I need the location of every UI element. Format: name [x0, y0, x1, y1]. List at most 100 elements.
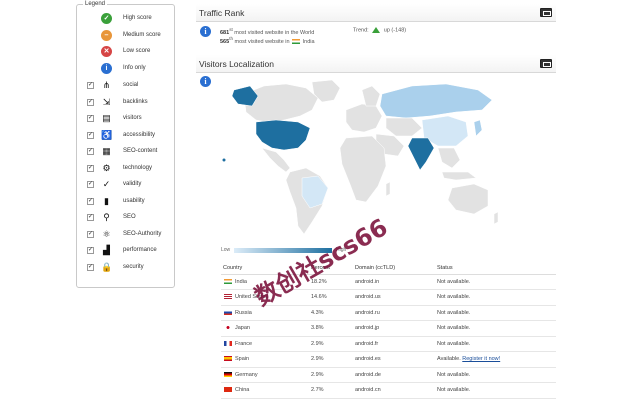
register-link[interactable]: Register it now! [462, 356, 500, 362]
cross-icon: ✕ [101, 46, 112, 57]
country-cell: China [221, 382, 309, 399]
category-checkbox[interactable]: ✓ [87, 230, 94, 238]
category-checkbox[interactable]: ✓ [87, 148, 94, 155]
legend-category-row: ✓ ⇲ backlinks [77, 95, 174, 111]
status-cell: Not available. [435, 274, 556, 290]
status-text: Not available. [437, 340, 471, 347]
map-india [407, 137, 435, 171]
country-name: India [302, 38, 315, 45]
legend-label: Medium score [123, 31, 161, 38]
legend-title: Legend [83, 1, 108, 7]
legend-category-row: ✓ ▤ visitors [77, 111, 174, 127]
legend-label: SEO-content [123, 148, 158, 154]
map-scandinavia [361, 85, 381, 107]
spain-flag-icon [224, 356, 232, 362]
backlinks-icon: ⇲ [102, 96, 111, 107]
legend-label: validity [123, 181, 142, 187]
visitors-title: Visitors Localization [199, 59, 274, 69]
country-name: China [235, 387, 250, 394]
lock-icon: 🔒 [101, 261, 113, 272]
legend-label: security [123, 263, 144, 270]
map-new-zealand [493, 211, 499, 225]
world-rank-number: 681 [220, 29, 230, 36]
category-checkbox[interactable]: ✓ [87, 214, 94, 221]
gear-icon: ⚙ [102, 162, 111, 173]
authority-icon: ⚛ [102, 228, 111, 239]
map-se-asia [437, 147, 461, 169]
category-checkbox[interactable]: ✓ [87, 247, 94, 254]
india-flag-icon [224, 278, 232, 284]
category-checkbox[interactable]: ✓ [87, 131, 94, 139]
legend-category-row: ✓ ⋔ social [77, 78, 174, 94]
category-checkbox[interactable]: ✓ [87, 181, 94, 188]
screenshot-icon[interactable] [540, 59, 552, 68]
status-cell: Not available. [435, 305, 556, 321]
scale-low-label: Low [221, 247, 231, 253]
category-checkbox[interactable]: ✓ [87, 115, 94, 122]
domain-cell: android.es [353, 351, 435, 368]
status-cell: Not available. [435, 289, 556, 306]
status-cell: Not available. [435, 336, 556, 352]
legend-label: usability [123, 197, 145, 204]
legend-status-row: – Medium score [77, 28, 174, 44]
screenshot-icon[interactable] [540, 8, 552, 17]
legend-category-row: ✓ ✓ validity [77, 177, 174, 193]
legend-status-row: ✓ High score [77, 11, 174, 27]
col-domain: Domain (ccTLD) [353, 262, 435, 275]
legend-label: Info only [123, 64, 146, 71]
legend-category-row: ✓ ⚲ SEO [77, 210, 174, 226]
table-row: France 2.9% android.fr Not available. [221, 336, 556, 352]
category-checkbox[interactable]: ✓ [87, 197, 94, 205]
info-icon[interactable]: i [200, 76, 211, 87]
category-checkbox[interactable]: ✓ [87, 263, 94, 271]
domain-cell: android.ru [353, 305, 435, 321]
country-cell: Japan [221, 320, 309, 337]
legend-category-row: ✓ ▟ performance [77, 243, 174, 259]
world-rank-suffix: st [229, 27, 233, 32]
accessibility-icon: ♿ [101, 129, 113, 140]
status-text: Not available. [437, 294, 471, 301]
status-text: Not available. [437, 278, 471, 285]
country-name: France [235, 340, 253, 347]
status-text: Available. [437, 356, 461, 363]
status-text: Not available. [437, 387, 471, 394]
world-rank-text: most visited website in the World [234, 29, 315, 36]
trend-up-icon [372, 27, 381, 33]
map-hawaii [222, 158, 226, 162]
traffic-rank-header: Traffic Rank [196, 4, 556, 22]
legend-category-row: ✓ ▦ SEO-content [77, 144, 174, 160]
map-japan [473, 119, 483, 137]
country-name: Germany [235, 371, 258, 378]
category-checkbox[interactable]: ✓ [87, 98, 94, 106]
table-row: Japan 3.8% android.jp Not available. [221, 320, 556, 337]
country-cell: France [221, 336, 309, 352]
category-checkbox[interactable]: ✓ [87, 82, 94, 89]
percent-cell: 4.3% [309, 305, 353, 321]
status-text: Not available. [437, 309, 471, 316]
legend-panel: Legend ✓ High score – Medium score ✕ Low scor… [76, 1, 175, 288]
legend-category-row: ✓ ▮ usability [77, 194, 174, 210]
legend-label: social [123, 82, 139, 88]
country-name: Spain [235, 356, 250, 363]
status-cell: Not available. [435, 382, 556, 399]
checkmark-icon: ✓ [102, 179, 111, 189]
status-cell: Not available. [435, 320, 556, 337]
india-flag-icon [292, 38, 301, 44]
category-checkbox[interactable]: ✓ [87, 164, 94, 172]
country-name: India [235, 278, 247, 285]
info-icon[interactable]: i [200, 26, 211, 37]
country-name: Russia [235, 309, 252, 316]
trend-label: Trend: [353, 27, 369, 34]
france-flag-icon [224, 340, 232, 346]
japan-flag-icon [224, 325, 232, 331]
legend-label: SEO [123, 214, 136, 220]
percent-cell: 2.9% [309, 367, 353, 383]
domain-cell: android.fr [353, 336, 435, 352]
col-status: Status [435, 262, 556, 275]
map-madagascar [385, 181, 391, 197]
percent-cell: 3.8% [309, 320, 353, 337]
legend-category-row: ✓ ⚛ SEO-Authority [77, 227, 174, 243]
domain-cell: android.jp [353, 320, 435, 337]
legend-label: technology [123, 164, 153, 171]
country-name: Japan [235, 325, 250, 332]
